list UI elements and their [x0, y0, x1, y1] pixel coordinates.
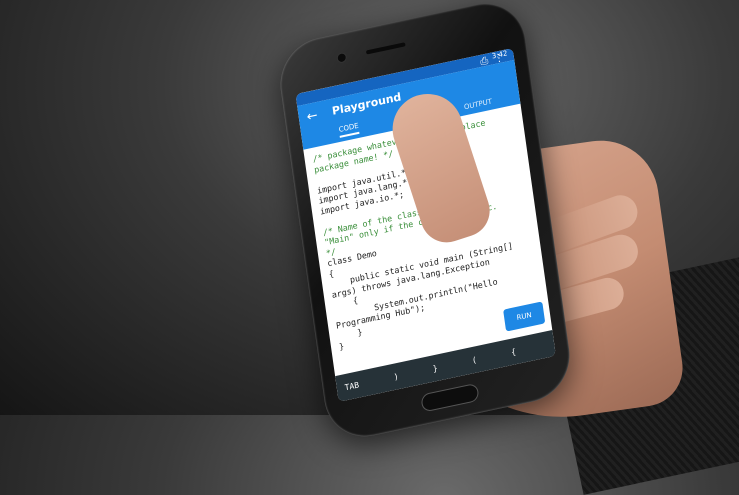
more-vert-icon[interactable]: ⋮	[493, 52, 504, 65]
key-close-brace[interactable]: }	[432, 364, 438, 374]
tab-code[interactable]: CODE	[338, 121, 360, 138]
key-open-brace[interactable]: {	[510, 347, 516, 357]
key-close-paren[interactable]: )	[393, 372, 399, 382]
back-arrow-icon[interactable]: ←	[306, 108, 319, 125]
share-icon[interactable]: ⎙	[480, 55, 489, 68]
tab-output[interactable]: OUTPUT	[463, 98, 492, 112]
earpiece	[365, 42, 406, 55]
home-button[interactable]	[420, 382, 480, 413]
key-open-paren[interactable]: (	[471, 355, 477, 365]
front-camera	[336, 51, 348, 64]
key-tab[interactable]: TAB	[344, 380, 359, 392]
